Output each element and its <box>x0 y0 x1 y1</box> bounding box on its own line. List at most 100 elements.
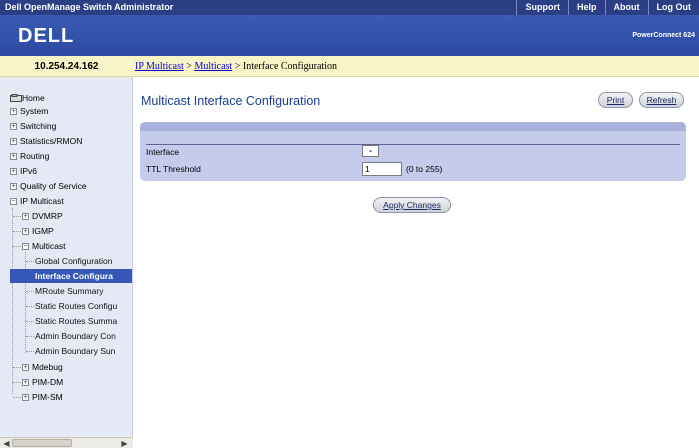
tree-line <box>13 382 21 383</box>
tree-line <box>26 351 34 352</box>
sidebar-nav: Home + System + Switching + Statistics/RMON… <box>0 77 133 437</box>
sidebar-item-multicast[interactable]: − Multicast <box>22 239 66 253</box>
sidebar-item-label: PIM-DM <box>32 377 64 387</box>
breadcrumb: IP Multicast > Multicast > Interface Con… <box>133 56 699 77</box>
tree-line <box>26 336 34 337</box>
sidebar-item-label: DVMRP <box>32 211 63 221</box>
support-link[interactable]: Support <box>516 0 568 15</box>
sidebar-item-routing[interactable]: + Routing <box>10 149 49 163</box>
top-bar: Dell OpenManage Switch Administrator Sup… <box>0 0 699 15</box>
sidebar-item-label: Mdebug <box>32 362 63 372</box>
sidebar-item-label: Admin Boundary Con <box>35 331 116 341</box>
sidebar-item-label: Admin Boundary Sun <box>35 346 116 356</box>
sidebar-item-label: Global Configuration <box>35 256 113 266</box>
scroll-left-icon[interactable]: ◀ <box>2 439 11 448</box>
sidebar-item-statistics-rmon[interactable]: + Statistics/RMON <box>10 134 82 148</box>
sidebar-item-ipv6[interactable]: + IPv6 <box>10 164 37 178</box>
panel-header-strip <box>140 122 686 131</box>
sidebar-item-label: Static Routes Configu <box>35 301 118 311</box>
breadcrumb-current: Interface Configuration <box>242 61 337 72</box>
sidebar-item-label: IGMP <box>32 226 54 236</box>
scroll-right-icon[interactable]: ▶ <box>120 439 129 448</box>
collapse-icon[interactable]: − <box>10 198 17 205</box>
about-link[interactable]: About <box>604 0 648 15</box>
sidebar-item-pim-sm[interactable]: + PIM-SM <box>22 390 63 404</box>
sidebar-item-interface-configuration[interactable]: Interface Configura <box>10 269 132 283</box>
breadcrumb-separator: > <box>232 61 243 72</box>
print-button[interactable]: Print <box>598 92 633 108</box>
expand-icon[interactable]: + <box>22 213 29 220</box>
sidebar-item-label: Home <box>22 93 45 103</box>
expand-icon[interactable]: + <box>22 228 29 235</box>
tree-line <box>26 291 34 292</box>
sidebar-item-label: Routing <box>20 151 50 161</box>
expand-icon[interactable]: + <box>10 123 17 130</box>
sidebar-item-label: System <box>20 106 49 116</box>
sidebar-item-admin-boundary-summary[interactable]: Admin Boundary Sun <box>35 344 115 358</box>
tree-line <box>13 397 21 398</box>
sidebar-item-dvmrp[interactable]: + DVMRP <box>22 209 63 223</box>
sidebar-item-label: Quality of Service <box>20 181 87 191</box>
expand-icon[interactable]: + <box>10 108 17 115</box>
breadcrumb-link-ip-multicast[interactable]: IP Multicast <box>135 61 184 72</box>
dell-logo-text: DELL <box>18 25 74 46</box>
expand-icon[interactable]: + <box>10 153 17 160</box>
sidebar-horizontal-scrollbar[interactable]: ◀ ▶ <box>0 437 133 448</box>
expand-icon[interactable]: + <box>10 183 17 190</box>
sidebar-item-label: Statistics/RMON <box>20 136 83 146</box>
ttl-threshold-input[interactable] <box>362 162 402 176</box>
tree-line <box>26 321 34 322</box>
sidebar-item-mdebug[interactable]: + Mdebug <box>22 360 63 374</box>
log-out-link[interactable]: Log Out <box>647 0 699 15</box>
sidebar-item-static-routes-summary[interactable]: Static Routes Summa <box>35 314 117 328</box>
sidebar-item-global-configuration[interactable]: Global Configuration <box>35 254 113 268</box>
breadcrumb-link-multicast[interactable]: Multicast <box>194 61 232 72</box>
page-title: Multicast Interface Configuration <box>141 94 321 108</box>
header-band: DELL PowerConnect 624 <box>0 15 699 56</box>
sidebar-item-home[interactable]: Home <box>10 91 45 105</box>
ttl-range-hint: (0 to 255) <box>406 164 443 174</box>
sidebar-item-quality-of-service[interactable]: + Quality of Service <box>10 179 87 193</box>
sidebar-item-switching[interactable]: + Switching <box>10 119 56 133</box>
chevron-down-icon[interactable]: ⌄ <box>368 147 374 154</box>
refresh-button[interactable]: Refresh <box>639 92 684 108</box>
sidebar-item-mroute-summary[interactable]: MRoute Summary <box>35 284 104 298</box>
expand-icon[interactable]: + <box>10 138 17 145</box>
expand-icon[interactable]: + <box>10 168 17 175</box>
sidebar-item-static-routes-configuration[interactable]: Static Routes Configu <box>35 299 117 313</box>
tree-line <box>13 246 21 247</box>
expand-icon[interactable]: + <box>22 364 29 371</box>
app-title: Dell OpenManage Switch Administrator <box>5 2 174 12</box>
tree-line <box>13 367 21 368</box>
product-name: PowerConnect 624 <box>632 32 695 39</box>
home-icon <box>10 94 22 102</box>
sidebar-item-system[interactable]: + System <box>10 104 48 118</box>
sidebar-item-ip-multicast[interactable]: − IP Multicast <box>10 194 64 208</box>
tree-line <box>26 306 34 307</box>
sidebar-item-label: Multicast <box>32 241 66 251</box>
sidebar-item-label: IPv6 <box>20 166 38 176</box>
sidebar-item-admin-boundary-configuration[interactable]: Admin Boundary Con <box>35 329 116 343</box>
collapse-icon[interactable]: − <box>22 243 29 250</box>
help-link[interactable]: Help <box>567 0 605 15</box>
interface-select[interactable]: ⌄ <box>362 145 379 157</box>
breadcrumb-separator: > <box>183 61 195 72</box>
sidebar-item-label: Static Routes Summa <box>35 316 118 326</box>
scrollbar-thumb[interactable] <box>12 439 72 447</box>
dell-logo: DELL <box>18 25 74 46</box>
interface-label: Interface <box>146 147 180 157</box>
apply-changes-button[interactable]: Apply Changes <box>373 197 451 213</box>
expand-icon[interactable]: + <box>22 379 29 386</box>
sidebar-item-igmp[interactable]: + IGMP <box>22 224 54 238</box>
sidebar-item-label: MRoute Summary <box>35 286 104 296</box>
expand-icon[interactable]: + <box>22 394 29 401</box>
ip-address: 10.254.24.162 <box>0 56 133 77</box>
sidebar-item-label: Switching <box>20 121 57 131</box>
form-divider <box>146 144 680 145</box>
sidebar-item-label: PIM-SM <box>32 392 63 402</box>
top-links: Support Help About Log Out <box>516 0 699 15</box>
sidebar-item-pim-dm[interactable]: + PIM-DM <box>22 375 63 389</box>
tree-line <box>13 231 21 232</box>
sidebar-item-label: IP Multicast <box>20 196 64 206</box>
tree-line <box>25 252 26 353</box>
